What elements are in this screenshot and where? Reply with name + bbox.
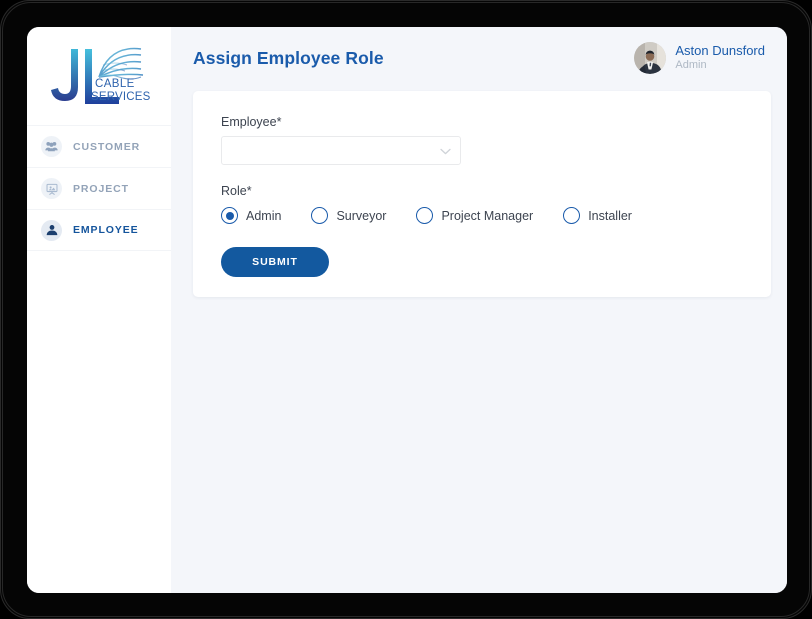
device-frame: CABLE SERVICES CUSTOMER PROJECT EMPLOYEE… — [0, 0, 812, 619]
user-text-block: Aston Dunsford Admin — [675, 43, 765, 72]
role-option-installer[interactable]: Installer — [563, 207, 632, 224]
submit-button[interactable]: SUBMIT — [221, 247, 329, 277]
user-name: Aston Dunsford — [675, 43, 765, 59]
sidebar-item-label: EMPLOYEE — [73, 224, 139, 236]
role-option-admin[interactable]: Admin — [221, 207, 281, 224]
jl-cable-services-logo-icon: CABLE SERVICES — [51, 47, 151, 104]
svg-text:SERVICES: SERVICES — [91, 91, 151, 103]
employee-field-label: Employee* — [221, 115, 282, 129]
presentation-board-icon — [41, 178, 62, 199]
role-option-project-manager[interactable]: Project Manager — [416, 207, 533, 224]
avatar — [634, 42, 667, 74]
radio-icon — [416, 207, 434, 224]
user-profile[interactable]: Aston Dunsford Admin — [634, 42, 765, 74]
employee-select[interactable] — [221, 136, 461, 165]
sidebar-item-customer[interactable]: CUSTOMER — [27, 125, 171, 167]
role-option-label: Installer — [588, 208, 632, 223]
users-group-icon — [41, 136, 62, 157]
assign-role-form-card: Employee* Role* Admin Surveyor Project M… — [193, 91, 771, 297]
sidebar: CABLE SERVICES CUSTOMER PROJECT EMPLOYEE — [27, 27, 171, 593]
svg-text:CABLE: CABLE — [95, 78, 135, 90]
page-title: Assign Employee Role — [193, 47, 384, 68]
sidebar-item-label: CUSTOMER — [73, 140, 141, 153]
role-option-surveyor[interactable]: Surveyor — [311, 207, 386, 224]
role-option-label: Project Manager — [441, 208, 534, 223]
user-role: Admin — [675, 59, 707, 72]
top-bar: Assign Employee Role Aston Dunsford Admi… — [171, 27, 787, 89]
role-option-label: Admin — [246, 208, 282, 223]
radio-icon — [563, 207, 581, 224]
role-field-label: Role* — [221, 184, 252, 198]
sidebar-item-project[interactable]: PROJECT — [27, 167, 171, 209]
sidebar-item-label: PROJECT — [73, 182, 129, 195]
app-screen: CABLE SERVICES CUSTOMER PROJECT EMPLOYEE… — [27, 27, 787, 593]
role-option-label: Surveyor — [336, 208, 387, 223]
role-radio-group: Admin Surveyor Project Manager Installer — [221, 207, 743, 224]
main-content: Assign Employee Role Aston Dunsford Admi… — [171, 27, 787, 593]
chevron-down-icon — [440, 142, 451, 160]
user-photo-avatar — [634, 42, 667, 74]
app-logo: CABLE SERVICES — [27, 27, 171, 125]
radio-icon-selected — [221, 207, 238, 224]
person-icon — [41, 219, 62, 241]
sidebar-item-employee[interactable]: EMPLOYEE — [27, 209, 171, 251]
radio-icon — [311, 207, 329, 224]
